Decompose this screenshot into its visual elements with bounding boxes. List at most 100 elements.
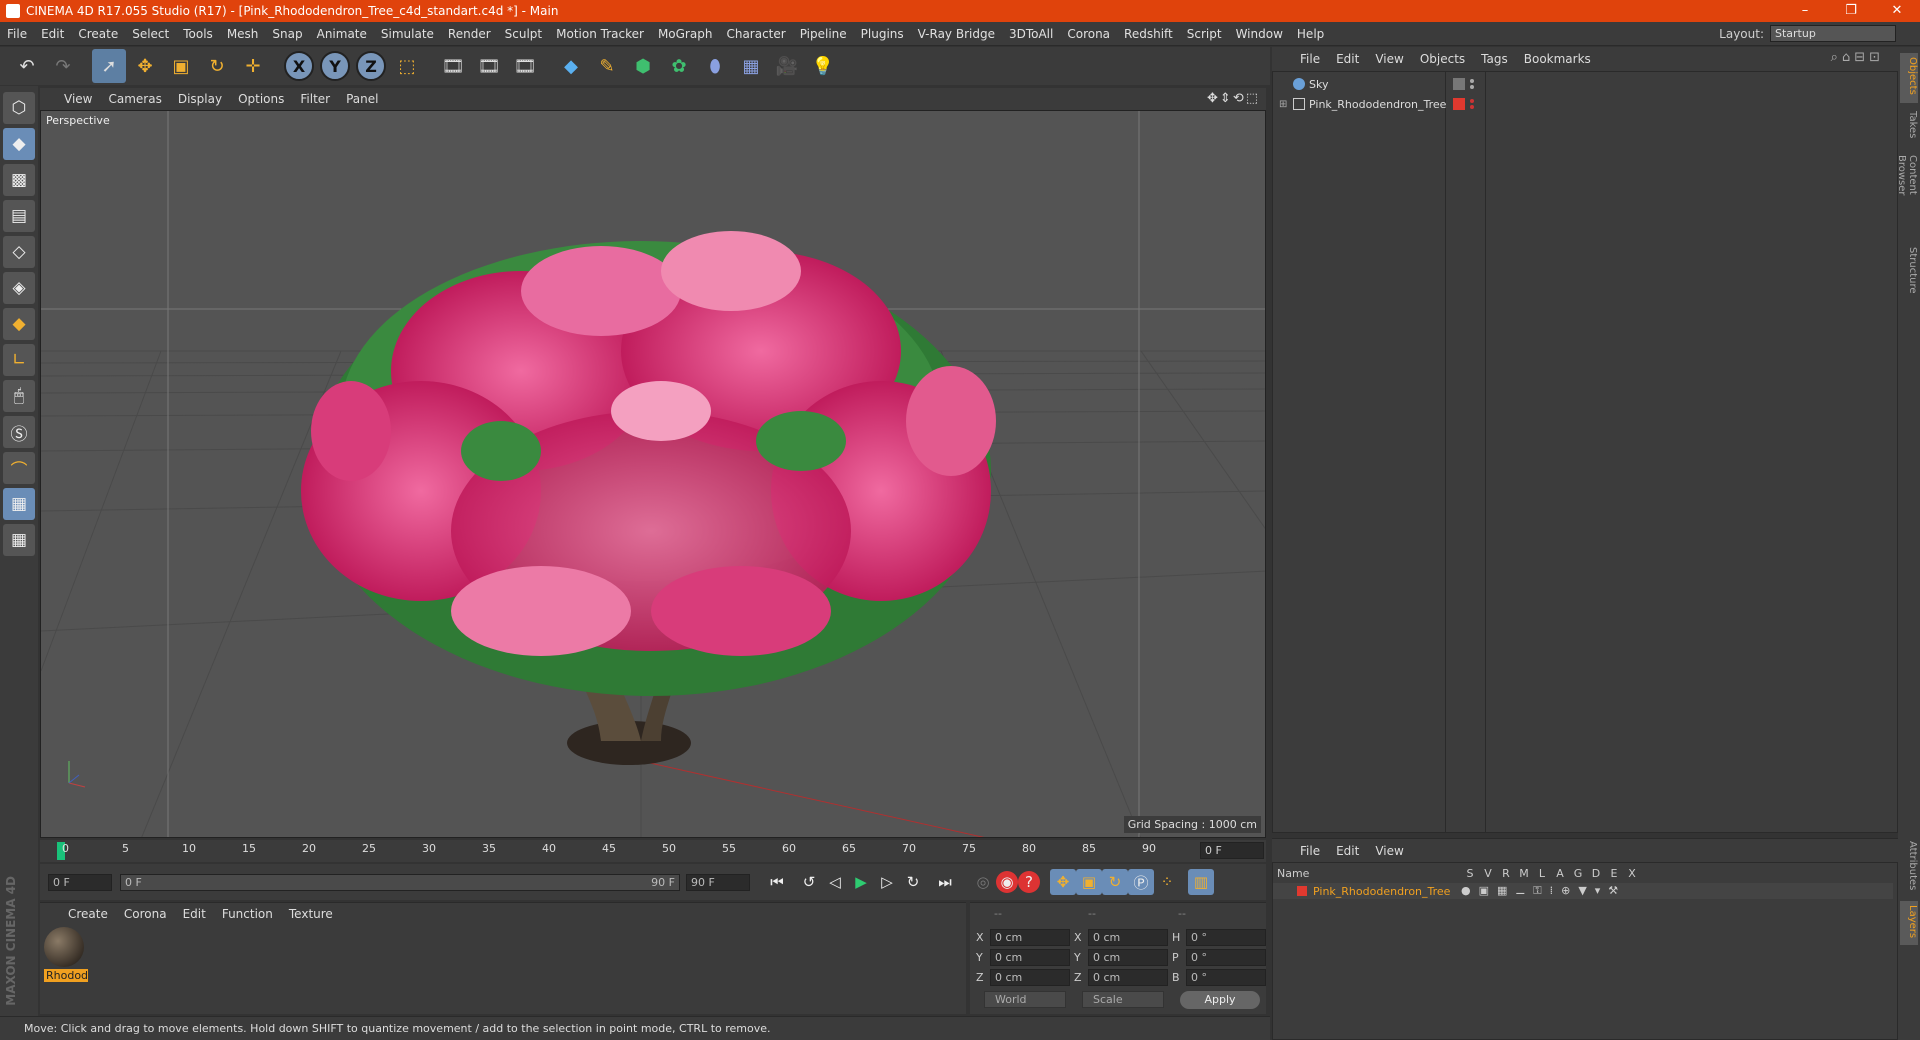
- viewport-menu-options[interactable]: Options: [230, 92, 292, 106]
- material-swatch[interactable]: Rhodod: [44, 927, 88, 982]
- visibility-dots[interactable]: [1469, 77, 1475, 91]
- key-pla-icon[interactable]: ⁘: [1154, 869, 1180, 895]
- object-menu-tags[interactable]: Tags: [1473, 52, 1516, 66]
- menu-create[interactable]: Create: [71, 27, 125, 41]
- select-icon[interactable]: ➚: [92, 49, 126, 83]
- layer-color-tag[interactable]: [1453, 98, 1465, 110]
- viewport-menu-filter[interactable]: Filter: [292, 92, 338, 106]
- restore-button[interactable]: ❐: [1828, 0, 1874, 22]
- layer-col-manager[interactable]: M: [1515, 867, 1533, 880]
- viewport-menu-cameras[interactable]: Cameras: [100, 92, 169, 106]
- layer-col-expressions[interactable]: E: [1605, 867, 1623, 880]
- record-keys-disabled-icon[interactable]: ◎: [970, 869, 996, 895]
- layer-col-generators[interactable]: G: [1569, 867, 1587, 880]
- layer-toggle-icons[interactable]: ●▣▦⚊⚿⁞⊕▼▾⚒: [1461, 884, 1626, 898]
- expand-icon[interactable]: ⊞: [1279, 99, 1287, 110]
- object-menu-file[interactable]: File: [1292, 52, 1328, 66]
- menu-edit[interactable]: Edit: [34, 27, 71, 41]
- perspective-viewport[interactable]: Perspective Grid Spacing : 1000 cm: [40, 110, 1266, 838]
- menu-file[interactable]: File: [0, 27, 34, 41]
- layer-col-render[interactable]: R: [1497, 867, 1515, 880]
- object-menu-view[interactable]: View: [1367, 52, 1411, 66]
- model-mode-icon[interactable]: ◆: [3, 128, 35, 160]
- undo-icon[interactable]: ↶: [10, 49, 44, 83]
- next-frame-icon[interactable]: ▷: [874, 869, 900, 895]
- snap-icon[interactable]: ⌒: [3, 452, 35, 484]
- visibility-dots[interactable]: [1469, 97, 1475, 111]
- tab-objects[interactable]: Objects: [1900, 53, 1918, 103]
- autokeying-icon[interactable]: ◉: [996, 871, 1018, 893]
- apply-button[interactable]: Apply: [1180, 991, 1260, 1009]
- make-editable-icon[interactable]: ⬡: [3, 92, 35, 124]
- layer-col-solo[interactable]: S: [1461, 867, 1479, 880]
- scale-icon[interactable]: ▣: [164, 49, 198, 83]
- axis-y-icon[interactable]: Y: [320, 51, 350, 81]
- pos-z-field[interactable]: 0 cm: [990, 969, 1070, 986]
- layer-menu-view[interactable]: View: [1367, 844, 1411, 858]
- layer-row[interactable]: Pink_Rhododendron_Tree ●▣▦⚊⚿⁞⊕▼▾⚒: [1273, 883, 1893, 899]
- layer-col-view[interactable]: V: [1479, 867, 1497, 880]
- menu-vray-bridge[interactable]: V-Ray Bridge: [911, 27, 1002, 41]
- tab-content-browser[interactable]: Content Browser: [1896, 151, 1918, 241]
- pos-x-field[interactable]: 0 cm: [990, 929, 1070, 946]
- key-rotation-icon[interactable]: ↻: [1102, 869, 1128, 895]
- end-frame-field[interactable]: 90 F: [686, 873, 750, 891]
- go-to-start-icon[interactable]: ⏮: [764, 869, 790, 895]
- object-row-sky[interactable]: Sky: [1273, 74, 1897, 94]
- render-picture-viewer-icon[interactable]: 🎞: [472, 49, 506, 83]
- material-menu-corona[interactable]: Corona: [116, 907, 175, 921]
- polygons-mode-icon[interactable]: ◆: [3, 308, 35, 340]
- subdivision-icon[interactable]: ⬢: [626, 49, 660, 83]
- edit-render-settings-icon[interactable]: 🎞: [508, 49, 542, 83]
- material-menu-edit[interactable]: Edit: [175, 907, 214, 921]
- menu-snap[interactable]: Snap: [265, 27, 309, 41]
- camera-icon[interactable]: 🎥: [770, 49, 804, 83]
- cube-icon[interactable]: ◆: [554, 49, 588, 83]
- size-x-field[interactable]: 0 cm: [1088, 929, 1168, 946]
- workplane-lock-icon[interactable]: ▦: [3, 488, 35, 520]
- viewport-menu-display[interactable]: Display: [170, 92, 230, 106]
- layer-color-swatch[interactable]: [1297, 886, 1307, 896]
- move-icon[interactable]: ✥: [128, 49, 162, 83]
- menu-script[interactable]: Script: [1180, 27, 1229, 41]
- coordinate-system-icon[interactable]: ⬚: [390, 49, 424, 83]
- light-icon[interactable]: 💡: [806, 49, 840, 83]
- menu-mesh[interactable]: Mesh: [220, 27, 266, 41]
- axis-mode-icon[interactable]: ∟: [3, 344, 35, 376]
- points-mode-icon[interactable]: ◇: [3, 236, 35, 268]
- tweak-mode-icon[interactable]: 🖱: [3, 380, 35, 412]
- pen-icon[interactable]: ✎: [590, 49, 624, 83]
- menu-mograph[interactable]: MoGraph: [651, 27, 720, 41]
- rot-h-field[interactable]: 0 °: [1186, 929, 1266, 946]
- rot-p-field[interactable]: 0 °: [1186, 949, 1266, 966]
- viewport-menu-view[interactable]: View: [56, 92, 100, 106]
- menu-character[interactable]: Character: [719, 27, 792, 41]
- preview-range-slider[interactable]: 0 F 90 F: [120, 873, 680, 891]
- keyframe-selection-icon[interactable]: ?: [1018, 871, 1040, 893]
- display-tag-icon[interactable]: [1453, 78, 1465, 90]
- layer-col-deformers[interactable]: D: [1587, 867, 1605, 880]
- menu-help[interactable]: Help: [1290, 27, 1331, 41]
- timeline-ruler[interactable]: 0 5 10 15 20 25 30 35 40 45 50 55 60 65 …: [40, 840, 1266, 862]
- menu-plugins[interactable]: Plugins: [854, 27, 911, 41]
- material-menu-texture[interactable]: Texture: [281, 907, 341, 921]
- menu-3dtoall[interactable]: 3DToAll: [1002, 27, 1060, 41]
- solo-icon[interactable]: Ⓢ: [3, 416, 35, 448]
- object-manager-tools-icons[interactable]: ⌕⌂⊟⊡: [1823, 50, 1892, 65]
- object-menu-bookmarks[interactable]: Bookmarks: [1516, 52, 1599, 66]
- layer-col-xref[interactable]: X: [1623, 867, 1641, 880]
- menu-sculpt[interactable]: Sculpt: [498, 27, 549, 41]
- play-forward-icon[interactable]: ▶: [848, 869, 874, 895]
- material-menu-create[interactable]: Create: [60, 907, 116, 921]
- floor-icon[interactable]: ▦: [734, 49, 768, 83]
- tab-takes[interactable]: Takes: [1900, 107, 1918, 147]
- tab-layers[interactable]: Layers: [1900, 901, 1918, 945]
- workplane-mode-icon[interactable]: ▤: [3, 200, 35, 232]
- axis-z-icon[interactable]: Z: [356, 51, 386, 81]
- key-scale-icon[interactable]: ▣: [1076, 869, 1102, 895]
- redo-icon[interactable]: ↷: [46, 49, 80, 83]
- grid-icon[interactable]: ▦: [3, 524, 35, 556]
- pos-y-field[interactable]: 0 cm: [990, 949, 1070, 966]
- axis-x-icon[interactable]: X: [284, 51, 314, 81]
- timeline-window-icon[interactable]: ▥: [1188, 869, 1214, 895]
